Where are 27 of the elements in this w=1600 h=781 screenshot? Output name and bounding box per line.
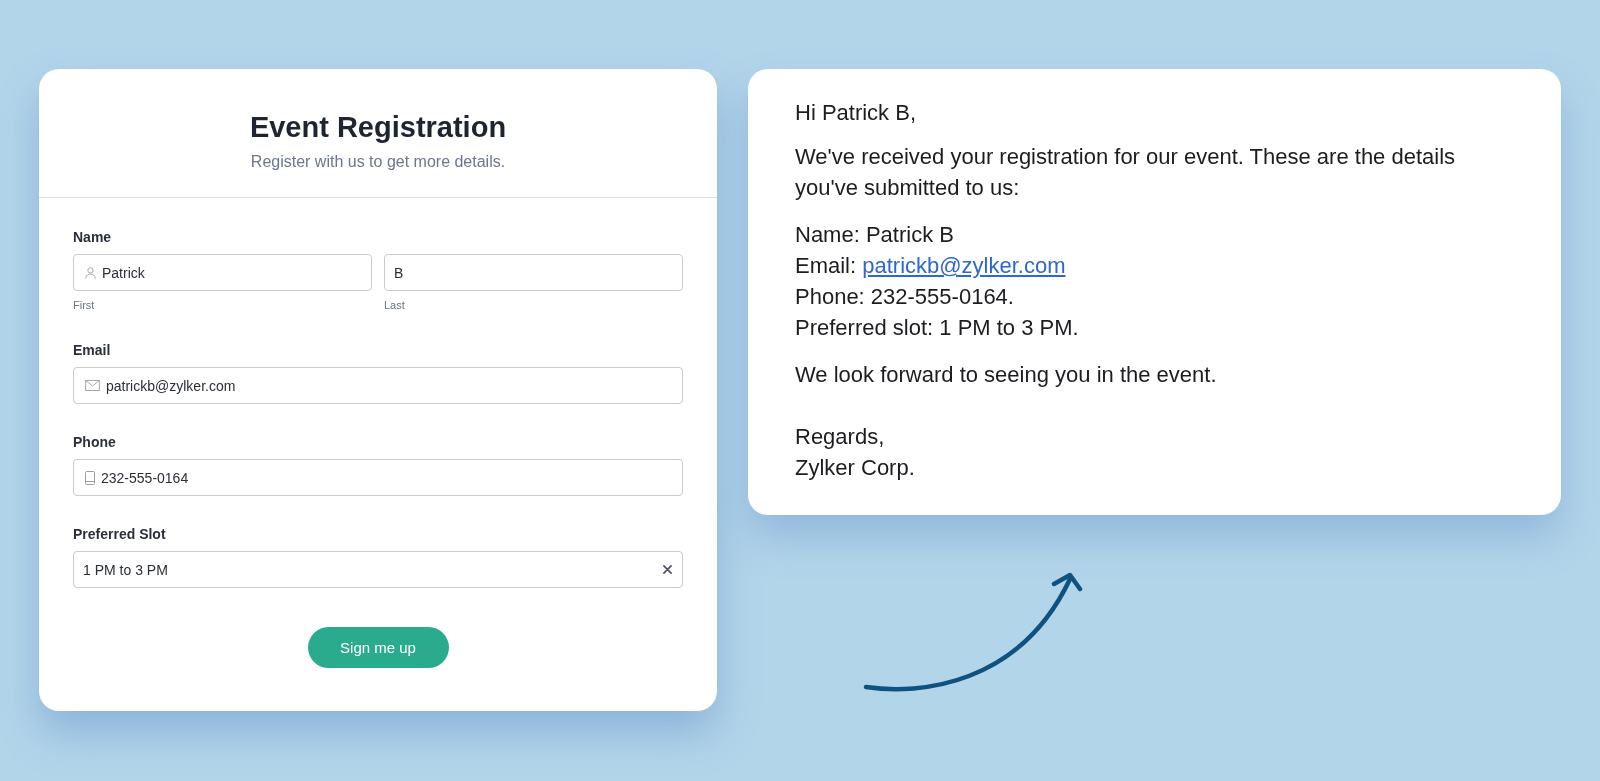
closing-text: We look forward to seeing you in the event. bbox=[795, 361, 1218, 389]
field-label: Name bbox=[73, 228, 113, 246]
clear-icon[interactable] bbox=[663, 565, 672, 574]
intro-paragraph: We've received your registration for our event. These are the details you've submitted to us: bbox=[795, 143, 1457, 202]
field-label: Email bbox=[73, 341, 112, 359]
form-subtitle: Register with us to get more details. bbox=[249, 152, 507, 172]
signoff-line: Regards, bbox=[795, 423, 886, 451]
greeting-text: Hi Patrick B, bbox=[795, 99, 918, 127]
phone-icon bbox=[85, 470, 95, 485]
email-link[interactable]: patrickb@zylker.com bbox=[862, 253, 1066, 278]
signoff-line: Zylker Corp. bbox=[795, 454, 916, 482]
name-field[interactable]: B bbox=[384, 254, 683, 291]
detail-line: Name: Patrick B bbox=[795, 221, 955, 249]
field-sublabel: Last bbox=[384, 298, 406, 312]
form-title: Event Registration bbox=[248, 110, 508, 145]
field-label: Preferred Slot bbox=[73, 525, 167, 543]
detail-line: Phone: 232-555-0164. bbox=[795, 283, 1015, 311]
person-icon bbox=[85, 266, 96, 279]
detail-line: Preferred slot: 1 PM to 3 PM. bbox=[795, 314, 1080, 342]
field-sublabel: First bbox=[73, 298, 96, 312]
field-label: Phone bbox=[73, 433, 117, 451]
slot-select[interactable]: 1 PM to 3 PM bbox=[73, 551, 683, 588]
envelope-icon bbox=[85, 380, 100, 391]
name-field[interactable]: Patrick bbox=[73, 254, 372, 291]
detail-line: Email: patrickb@zylker.com bbox=[795, 252, 1067, 280]
email-field[interactable]: patrickb@zylker.com bbox=[73, 367, 683, 404]
phone-field[interactable]: 232-555-0164 bbox=[73, 459, 683, 496]
